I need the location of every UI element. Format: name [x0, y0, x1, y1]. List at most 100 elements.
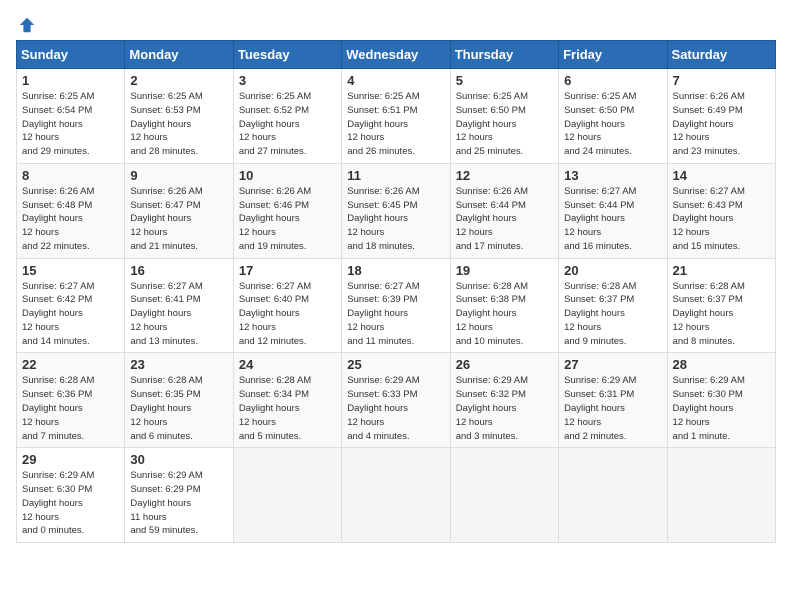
day-number: 14 — [673, 168, 770, 183]
daylight-label: Daylight hours — [22, 119, 83, 130]
daylight-label: Daylight hours — [564, 308, 625, 319]
day-info: Sunrise: 6:25 AM Sunset: 6:52 PM Dayligh… — [239, 90, 336, 159]
calendar-table: SundayMondayTuesdayWednesdayThursdayFrid… — [16, 40, 776, 543]
day-number: 11 — [347, 168, 444, 183]
calendar-cell: 13 Sunrise: 6:27 AM Sunset: 6:44 PM Dayl… — [559, 163, 667, 258]
calendar-cell: 24 Sunrise: 6:28 AM Sunset: 6:34 PM Dayl… — [233, 353, 341, 448]
sunset-label: Sunset: — [564, 389, 596, 400]
sunrise-label: Sunrise: — [347, 91, 382, 102]
sunrise-label: Sunrise: — [347, 186, 382, 197]
daylight-label: Daylight hours — [347, 213, 408, 224]
sunrise-label: Sunrise: — [564, 281, 599, 292]
daylight-label: Daylight hours — [456, 403, 517, 414]
daylight-label: Daylight hours — [22, 213, 83, 224]
calendar-cell: 11 Sunrise: 6:26 AM Sunset: 6:45 PM Dayl… — [342, 163, 450, 258]
sunrise-label: Sunrise: — [22, 91, 57, 102]
day-number: 24 — [239, 357, 336, 372]
day-info: Sunrise: 6:26 AM Sunset: 6:45 PM Dayligh… — [347, 185, 444, 254]
calendar-cell: 7 Sunrise: 6:26 AM Sunset: 6:49 PM Dayli… — [667, 69, 775, 164]
calendar-cell: 22 Sunrise: 6:28 AM Sunset: 6:36 PM Dayl… — [17, 353, 125, 448]
day-number: 2 — [130, 73, 227, 88]
daylight-label: Daylight hours — [239, 213, 300, 224]
day-info: Sunrise: 6:25 AM Sunset: 6:50 PM Dayligh… — [456, 90, 553, 159]
daylight-label: Daylight hours — [673, 403, 734, 414]
day-info: Sunrise: 6:26 AM Sunset: 6:44 PM Dayligh… — [456, 185, 553, 254]
calendar-cell: 30 Sunrise: 6:29 AM Sunset: 6:29 PM Dayl… — [125, 448, 233, 543]
logo — [16, 16, 36, 34]
sunrise-label: Sunrise: — [673, 186, 708, 197]
calendar-cell: 9 Sunrise: 6:26 AM Sunset: 6:47 PM Dayli… — [125, 163, 233, 258]
day-number: 22 — [22, 357, 119, 372]
day-info: Sunrise: 6:26 AM Sunset: 6:49 PM Dayligh… — [673, 90, 770, 159]
day-number: 4 — [347, 73, 444, 88]
day-info: Sunrise: 6:29 AM Sunset: 6:30 PM Dayligh… — [22, 469, 119, 538]
daylight-label: Daylight hours — [673, 119, 734, 130]
sunrise-label: Sunrise: — [130, 375, 165, 386]
daylight-label: Daylight hours — [239, 403, 300, 414]
logo-icon — [18, 16, 36, 34]
sunset-label: Sunset: — [347, 389, 379, 400]
daylight-label: Daylight hours — [130, 498, 191, 509]
sunrise-label: Sunrise: — [347, 375, 382, 386]
sunset-label: Sunset: — [22, 105, 54, 116]
daylight-label: Daylight hours — [22, 308, 83, 319]
sunset-label: Sunset: — [456, 294, 488, 305]
day-number: 10 — [239, 168, 336, 183]
day-number: 27 — [564, 357, 661, 372]
day-number: 8 — [22, 168, 119, 183]
calendar-cell: 20 Sunrise: 6:28 AM Sunset: 6:37 PM Dayl… — [559, 258, 667, 353]
day-info: Sunrise: 6:26 AM Sunset: 6:48 PM Dayligh… — [22, 185, 119, 254]
weekday-header-tuesday: Tuesday — [233, 41, 341, 69]
day-info: Sunrise: 6:28 AM Sunset: 6:37 PM Dayligh… — [673, 280, 770, 349]
calendar-cell: 23 Sunrise: 6:28 AM Sunset: 6:35 PM Dayl… — [125, 353, 233, 448]
day-number: 26 — [456, 357, 553, 372]
sunrise-label: Sunrise: — [673, 375, 708, 386]
day-info: Sunrise: 6:27 AM Sunset: 6:44 PM Dayligh… — [564, 185, 661, 254]
day-number: 3 — [239, 73, 336, 88]
day-number: 9 — [130, 168, 227, 183]
calendar-week-row: 15 Sunrise: 6:27 AM Sunset: 6:42 PM Dayl… — [17, 258, 776, 353]
day-info: Sunrise: 6:27 AM Sunset: 6:41 PM Dayligh… — [130, 280, 227, 349]
day-info: Sunrise: 6:28 AM Sunset: 6:38 PM Dayligh… — [456, 280, 553, 349]
day-number: 12 — [456, 168, 553, 183]
day-info: Sunrise: 6:25 AM Sunset: 6:54 PM Dayligh… — [22, 90, 119, 159]
sunrise-label: Sunrise: — [130, 281, 165, 292]
sunset-label: Sunset: — [239, 294, 271, 305]
calendar-cell: 4 Sunrise: 6:25 AM Sunset: 6:51 PM Dayli… — [342, 69, 450, 164]
sunset-label: Sunset: — [673, 294, 705, 305]
day-number: 18 — [347, 263, 444, 278]
calendar-cell: 8 Sunrise: 6:26 AM Sunset: 6:48 PM Dayli… — [17, 163, 125, 258]
calendar-cell: 17 Sunrise: 6:27 AM Sunset: 6:40 PM Dayl… — [233, 258, 341, 353]
sunrise-label: Sunrise: — [564, 91, 599, 102]
calendar-week-row: 22 Sunrise: 6:28 AM Sunset: 6:36 PM Dayl… — [17, 353, 776, 448]
daylight-label: Daylight hours — [347, 308, 408, 319]
sunrise-label: Sunrise: — [130, 470, 165, 481]
sunset-label: Sunset: — [239, 105, 271, 116]
sunset-label: Sunset: — [673, 105, 705, 116]
day-info: Sunrise: 6:26 AM Sunset: 6:46 PM Dayligh… — [239, 185, 336, 254]
sunset-label: Sunset: — [564, 105, 596, 116]
daylight-label: Daylight hours — [130, 403, 191, 414]
calendar-cell: 5 Sunrise: 6:25 AM Sunset: 6:50 PM Dayli… — [450, 69, 558, 164]
daylight-label: Daylight hours — [564, 403, 625, 414]
sunset-label: Sunset: — [456, 200, 488, 211]
day-info: Sunrise: 6:28 AM Sunset: 6:37 PM Dayligh… — [564, 280, 661, 349]
day-number: 16 — [130, 263, 227, 278]
day-number: 25 — [347, 357, 444, 372]
sunset-label: Sunset: — [22, 389, 54, 400]
calendar-cell: 15 Sunrise: 6:27 AM Sunset: 6:42 PM Dayl… — [17, 258, 125, 353]
day-info: Sunrise: 6:27 AM Sunset: 6:39 PM Dayligh… — [347, 280, 444, 349]
weekday-header-friday: Friday — [559, 41, 667, 69]
daylight-label: Daylight hours — [564, 213, 625, 224]
day-number: 5 — [456, 73, 553, 88]
day-info: Sunrise: 6:27 AM Sunset: 6:40 PM Dayligh… — [239, 280, 336, 349]
sunrise-label: Sunrise: — [564, 186, 599, 197]
day-number: 28 — [673, 357, 770, 372]
day-info: Sunrise: 6:27 AM Sunset: 6:42 PM Dayligh… — [22, 280, 119, 349]
sunset-label: Sunset: — [130, 484, 162, 495]
sunrise-label: Sunrise: — [130, 186, 165, 197]
day-number: 29 — [22, 452, 119, 467]
sunset-label: Sunset: — [347, 200, 379, 211]
day-info: Sunrise: 6:25 AM Sunset: 6:50 PM Dayligh… — [564, 90, 661, 159]
calendar-week-row: 29 Sunrise: 6:29 AM Sunset: 6:30 PM Dayl… — [17, 448, 776, 543]
